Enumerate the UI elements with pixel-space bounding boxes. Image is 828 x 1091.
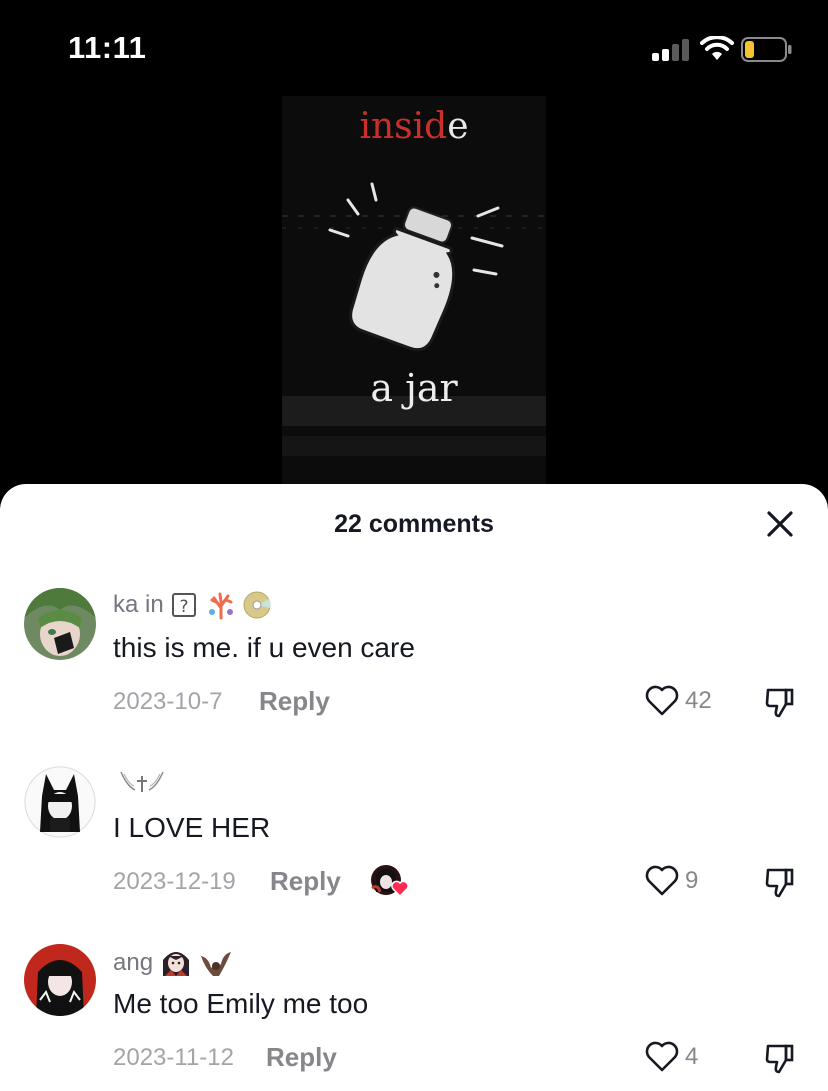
comment-date: 2023-10-7 (113, 688, 223, 715)
comment-date: 2023-11-12 (113, 1044, 234, 1071)
video-title-bottom: a jar (370, 366, 458, 410)
status-time: 11:11 (68, 30, 147, 65)
vampire-icon (163, 952, 190, 976)
comment-username[interactable]: ang (113, 946, 233, 980)
avatar[interactable] (24, 944, 96, 1016)
status-bar: 11:11 (0, 0, 828, 100)
video-preview[interactable]: inside a jar (282, 96, 546, 496)
battery-icon (741, 37, 792, 62)
reply-button[interactable]: Reply (270, 866, 341, 897)
winged-cross-icon (120, 771, 164, 792)
disc-icon (243, 591, 271, 619)
like-count: 4 (685, 1043, 699, 1070)
question-box-icon: ? (171, 593, 196, 617)
heart-icon (645, 1041, 679, 1072)
svg-text:?: ? (179, 597, 188, 617)
comments-count-title: 22 comments (334, 510, 494, 538)
video-title-top: inside (359, 106, 469, 147)
bat-icon (201, 952, 232, 976)
dislike-icon[interactable] (762, 684, 798, 720)
close-icon[interactable] (764, 508, 796, 540)
comments-sheet: 22 comments ka in ? this is me. if u eve… (0, 484, 828, 1091)
reply-button[interactable]: Reply (259, 686, 330, 717)
avatar[interactable] (24, 588, 96, 660)
comment-text: Me too Emily me too (113, 988, 369, 1019)
comment-username[interactable]: ka in ? (113, 590, 272, 620)
comment-username[interactable] (113, 768, 165, 798)
wifi-icon (700, 36, 734, 60)
comment-text: this is me. if u even care (113, 632, 415, 663)
comment-date: 2023-12-19 (113, 868, 236, 895)
heart-icon (645, 685, 679, 716)
like-button[interactable]: 4 (645, 1040, 698, 1074)
heart-icon (645, 865, 679, 896)
dislike-icon[interactable] (762, 1040, 798, 1076)
avatar[interactable] (24, 766, 96, 838)
reply-button[interactable]: Reply (266, 1042, 337, 1073)
like-count: 42 (685, 687, 712, 714)
comment-text: I LOVE HER (113, 812, 271, 843)
like-button[interactable]: 42 (645, 684, 712, 718)
dislike-icon[interactable] (762, 864, 798, 900)
like-button[interactable]: 9 (645, 864, 698, 898)
jar-illustration (282, 182, 546, 456)
coral-icon (208, 592, 233, 620)
creator-liked-icon (371, 865, 409, 898)
cellular-signal-icon (652, 39, 692, 61)
like-count: 9 (685, 867, 699, 894)
